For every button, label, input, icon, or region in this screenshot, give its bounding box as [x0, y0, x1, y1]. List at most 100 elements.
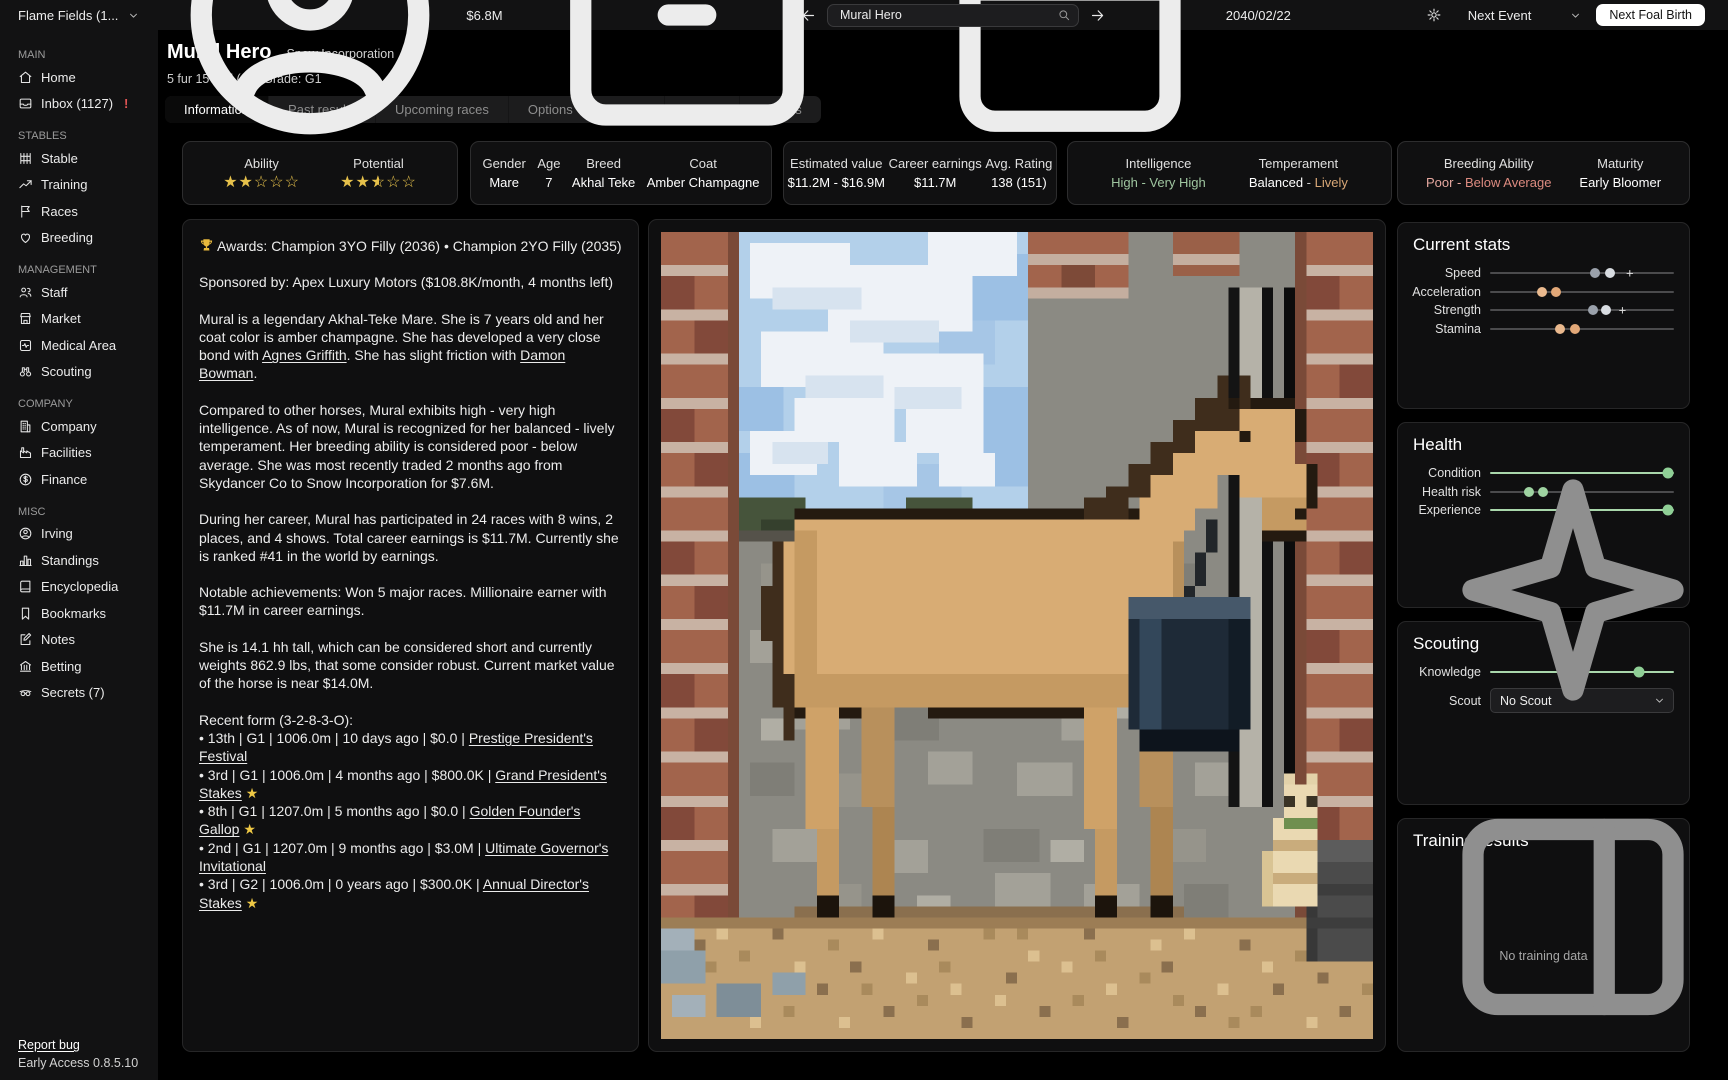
settings-button[interactable] — [1426, 7, 1442, 23]
sidebar-nav: MAINHomeInbox (1127)!STABLESStableTraini… — [0, 49, 158, 706]
horse-pixel-art — [661, 232, 1373, 1039]
sidebar-item-breeding[interactable]: Breeding — [0, 225, 158, 252]
avg-rating-value: 138 (151) — [991, 175, 1047, 190]
sidebar-item-staff[interactable]: Staff — [0, 279, 158, 306]
stat-label: Acceleration — [1398, 285, 1481, 299]
side-panel-icon[interactable] — [1423, 767, 1723, 1067]
sidebar-item-irving[interactable]: Irving — [0, 521, 158, 548]
star-full-icon: ★ — [340, 175, 355, 191]
stat-plus-marker: + — [1626, 267, 1634, 280]
report-bug-link[interactable]: Report bug — [18, 1038, 138, 1052]
sidebar-item-notes[interactable]: Notes — [0, 627, 158, 654]
sidebar-item-label: Market — [41, 311, 81, 326]
arrow-right-icon — [1089, 7, 1106, 24]
edge-toolbar — [1423, 440, 1723, 1080]
sidebar-item-stable[interactable]: Stable — [0, 145, 158, 172]
sidebar-item-betting[interactable]: Betting — [0, 653, 158, 680]
medical-icon — [18, 338, 33, 353]
flag-icon — [18, 204, 33, 219]
sidebar-item-label: Bookmarks — [41, 606, 106, 621]
sidebar-item-medical-area[interactable]: Medical Area — [0, 332, 158, 359]
sidebar-item-label: Company — [41, 419, 97, 434]
sidebar-item-label: Inbox (1127) — [41, 96, 113, 111]
sidebar-item-label: Secrets (7) — [41, 685, 105, 700]
version-label: Early Access 0.8.5.10 — [18, 1056, 138, 1070]
recent-form-entry: • 3rd | G2 | 1006.0m | 0 years ago | $30… — [199, 875, 622, 912]
sidebar-item-finance[interactable]: Finance — [0, 466, 158, 493]
sidebar-item-facilities[interactable]: Facilities — [0, 440, 158, 467]
gold-star-icon: ★ — [242, 895, 258, 911]
potential-stars: ★★★☆☆☆ — [340, 175, 417, 191]
star-empty-icon: ☆ — [386, 175, 401, 191]
finance-icon — [18, 472, 33, 487]
sidebar-item-bookmarks[interactable]: Bookmarks — [0, 600, 158, 627]
sidebar-item-scouting[interactable]: Scouting — [0, 359, 158, 386]
cash-value: $6.8M — [466, 8, 502, 23]
sidebar-item-training[interactable]: Training — [0, 172, 158, 199]
stat-slider-track — [1490, 291, 1674, 293]
stat-label: Speed — [1398, 266, 1481, 280]
sidebar-item-encyclopedia[interactable]: Encyclopedia — [0, 574, 158, 601]
recent-form-text: • 13th | G1 | 1006.0m | 10 days ago | $0… — [199, 730, 469, 746]
sidebar-footer: Report bug Early Access 0.8.5.10 — [18, 1038, 138, 1070]
sidebar-item-market[interactable]: Market — [0, 306, 158, 333]
sidebar-item-label: Finance — [41, 472, 87, 487]
mask-icon — [18, 685, 33, 700]
bookmark-icon — [18, 606, 33, 621]
stat-marker-dot — [1590, 268, 1600, 278]
recent-form-text: • 2nd | G1 | 1207.0m | 9 months ago | $3… — [199, 840, 485, 856]
stat-row-stamina: Stamina — [1398, 320, 1674, 339]
gender-value: Mare — [489, 175, 519, 190]
stat-slider-track: + — [1490, 272, 1674, 274]
star-full-icon: ★ — [223, 175, 238, 191]
recent-form-entry: • 8th | G1 | 1207.0m | 5 months ago | $0… — [199, 802, 622, 839]
sidebar-item-standings[interactable]: Standings — [0, 547, 158, 574]
sidebar-item-label: Irving — [41, 526, 73, 541]
building-icon — [18, 419, 33, 434]
next-event-chevron[interactable] — [1569, 9, 1582, 22]
sidebar-item-label: Betting — [41, 659, 81, 674]
inbox-icon — [18, 96, 33, 111]
market-icon — [18, 311, 33, 326]
stat-marker-dot — [1601, 305, 1611, 315]
stat-marker-dot — [1555, 324, 1565, 334]
sidebar-section-company: COMPANY — [18, 398, 158, 410]
horse-portrait-panel — [648, 219, 1386, 1052]
bank-icon — [18, 659, 33, 674]
stable-icon — [18, 151, 33, 166]
forward-button[interactable] — [1089, 7, 1106, 24]
stable-switcher[interactable]: Flame Fields (1... — [18, 8, 140, 23]
sidebar-item-home[interactable]: Home — [0, 64, 158, 91]
gold-star-icon: ★ — [239, 821, 255, 837]
next-event-button[interactable]: Next Event — [1468, 8, 1532, 23]
chevron-down-icon — [1569, 9, 1582, 22]
recent-form-entry: • 3rd | G1 | 1006.0m | 4 months ago | $8… — [199, 766, 622, 803]
sidebar-item-races[interactable]: Races — [0, 198, 158, 225]
staff-link-agnes-griffith[interactable]: Agnes Griffith — [262, 347, 347, 363]
next-foal-birth-button[interactable]: Next Foal Birth — [1596, 4, 1705, 26]
staff-icon — [18, 285, 33, 300]
sparkle-icon — [1423, 440, 1723, 740]
stat-label: Strength — [1398, 303, 1481, 317]
trophy-icon — [199, 238, 214, 253]
cash-balance: $6.8M — [160, 0, 502, 165]
search-input[interactable] — [828, 5, 1078, 26]
sparkle-icon[interactable] — [1423, 440, 1723, 740]
arrow-left-icon — [800, 7, 817, 24]
notes-icon — [18, 632, 33, 647]
recent-form-list: • 13th | G1 | 1006.0m | 10 days ago | $0… — [199, 729, 622, 912]
sidebar-item-label: Medical Area — [41, 338, 116, 353]
age-value: 7 — [545, 175, 552, 190]
app-window: Flame Fields (1... $6.8M $26.7K 2040/02/… — [0, 0, 1728, 1080]
recent-form-entry: • 13th | G1 | 1006.0m | 10 days ago | $0… — [199, 729, 622, 766]
alert-icon: ! — [124, 96, 128, 111]
breed-value: Akhal Teke — [572, 175, 635, 190]
stat-slider-track — [1490, 328, 1674, 330]
sidebar-item-inbox-1127[interactable]: Inbox (1127)! — [0, 91, 158, 118]
breeding-ability-value: Poor - Below Average — [1426, 175, 1552, 190]
back-button[interactable] — [800, 7, 817, 24]
sidebar-item-secrets-7[interactable]: Secrets (7) — [0, 680, 158, 707]
stat-marker-dot — [1570, 324, 1580, 334]
career-earnings-value: $11.7M — [914, 175, 956, 190]
sidebar-item-company[interactable]: Company — [0, 413, 158, 440]
